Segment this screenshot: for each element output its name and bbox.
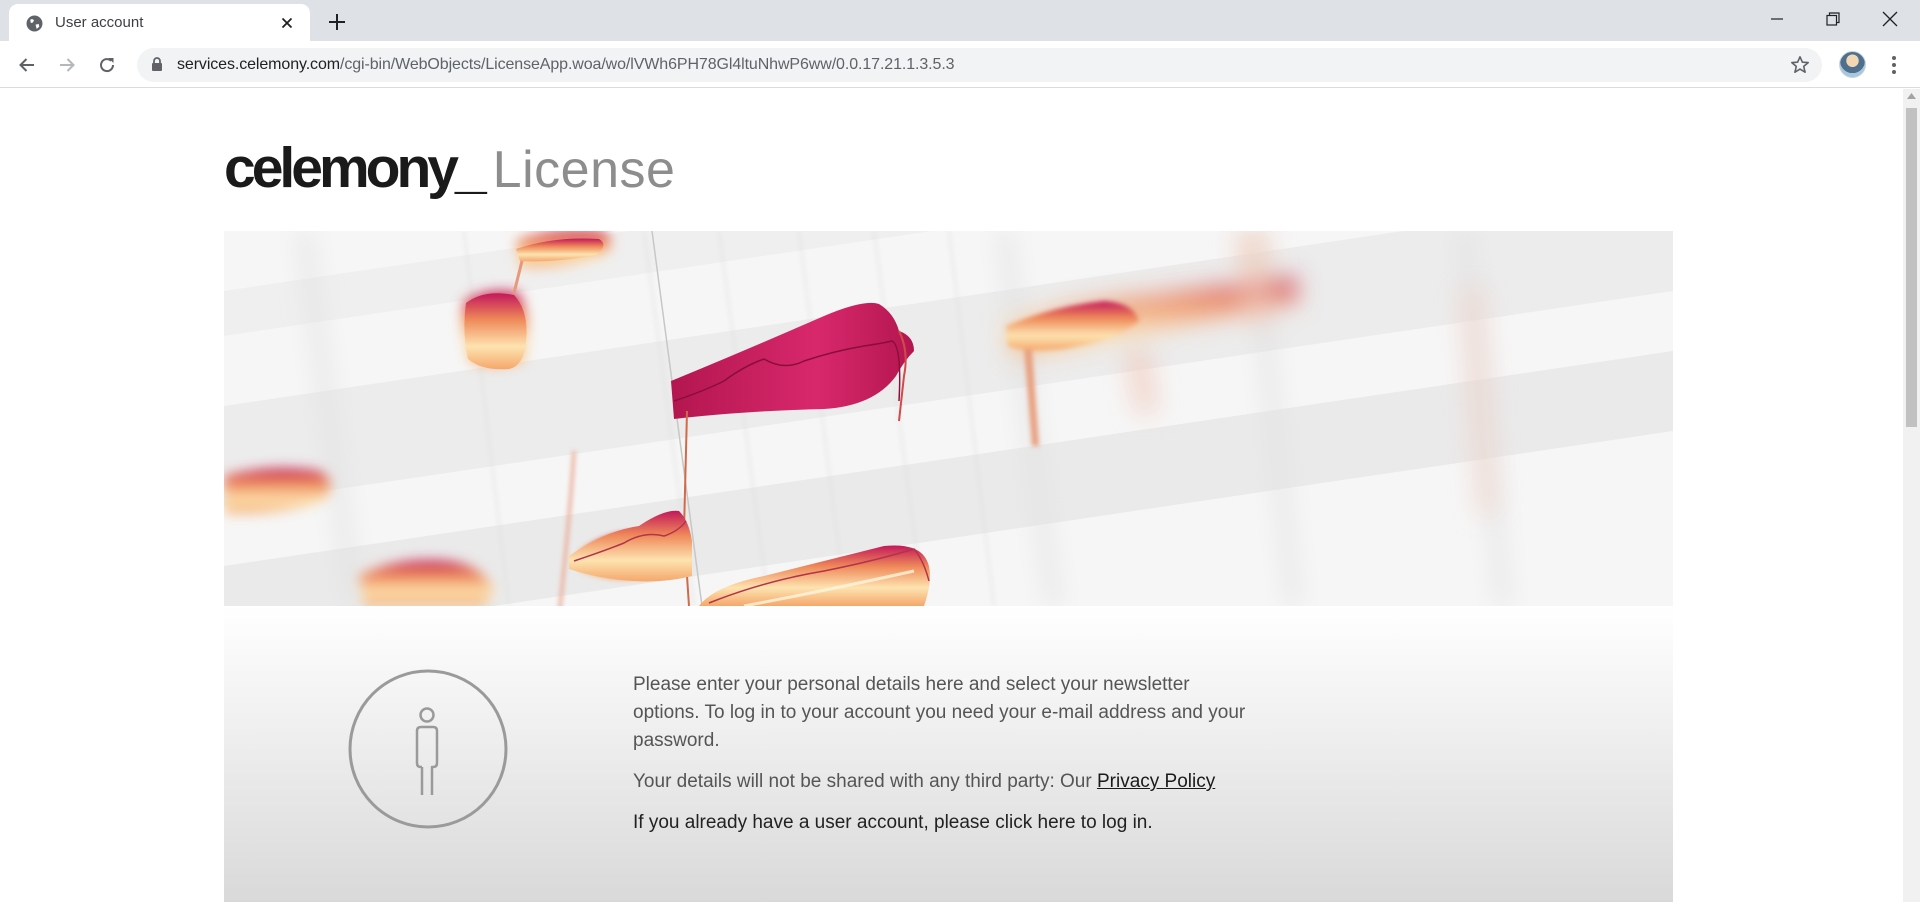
person-info-icon [348,669,508,829]
minimize-icon [1771,18,1783,20]
info-text: Please enter your personal details here … [633,671,1253,850]
url-text: services.celemony.com/cgi-bin/WebObjects… [177,56,955,74]
login-hint-link[interactable]: If you already have a user account, plea… [633,809,1253,837]
forward-button[interactable] [53,51,81,79]
melodyne-banner-image [224,231,1673,606]
back-icon [19,58,34,72]
kebab-menu-icon[interactable] [1882,53,1906,77]
reload-icon [100,58,115,73]
restore-button[interactable] [1805,0,1861,38]
url-host: services.celemony.com [177,56,340,73]
melodyne-blobs-illustration [224,231,1673,606]
window-close-button[interactable] [1862,0,1918,38]
star-icon[interactable] [1790,55,1810,75]
page-content: celemony_ License Please enter your pers… [0,89,1903,902]
browser-tab[interactable]: User account [9,4,310,41]
info-paragraph-privacy: Your details will not be shared with any… [633,768,1253,796]
profile-avatar[interactable] [1839,51,1866,78]
logo-underscore: _ [454,136,487,200]
scroll-up-arrow-icon[interactable] [1907,93,1916,99]
back-button[interactable] [13,51,41,79]
tab-strip: User account [0,0,1920,41]
logo-product: License [492,141,676,199]
reload-button[interactable] [93,51,121,79]
logo-brand: celemony [224,136,459,200]
scrollbar-thumb[interactable] [1906,108,1917,427]
plus-icon[interactable] [324,9,350,35]
info-paragraph-details: Please enter your personal details here … [633,674,1246,751]
celemony-license-logo: celemony_ License [224,135,675,200]
window-close-icon [1882,11,1898,27]
url-path: /cgi-bin/WebObjects/LicenseApp.woa/wo/lV… [340,56,955,73]
lock-icon[interactable] [151,57,163,72]
minimize-button[interactable] [1749,0,1805,38]
address-bar[interactable]: services.celemony.com/cgi-bin/WebObjects… [137,48,1822,82]
forward-icon [60,58,75,72]
privacy-policy-link[interactable]: Privacy Policy [1097,771,1215,792]
page-scrollbar[interactable] [1903,89,1920,902]
browser-toolbar: services.celemony.com/cgi-bin/WebObjects… [0,41,1920,88]
tab-title: User account [55,14,144,31]
info-box: Please enter your personal details here … [224,606,1673,902]
restore-icon [1826,12,1840,26]
privacy-prefix: Your details will not be shared with any… [633,771,1097,792]
close-icon[interactable] [277,13,297,33]
globe-icon [26,15,43,32]
